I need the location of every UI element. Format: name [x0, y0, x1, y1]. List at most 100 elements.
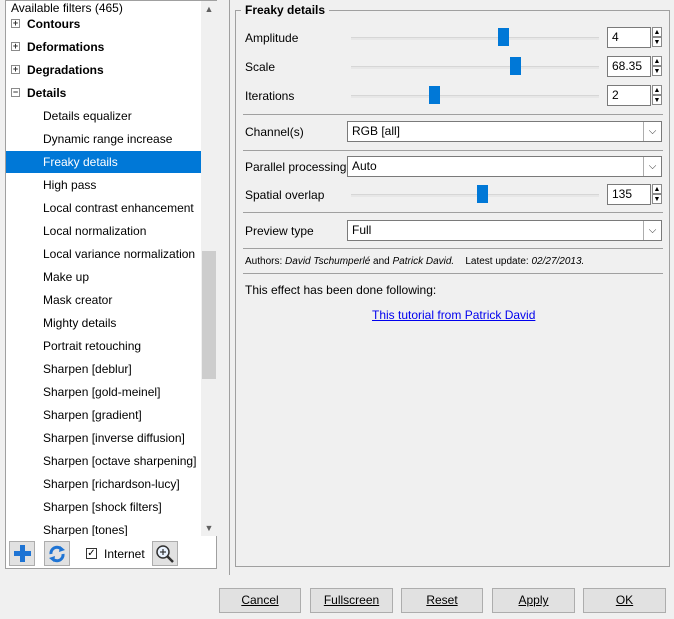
expand-icon[interactable]: + [11, 19, 20, 28]
tree-item[interactable]: Local contrast enhancement [6, 197, 201, 219]
amplitude-slider[interactable] [351, 37, 599, 40]
expand-icon[interactable]: + [11, 42, 20, 51]
overlap-spinner[interactable]: ▲ ▼ [652, 184, 662, 205]
add-fave-button[interactable] [9, 541, 35, 566]
iterations-slider-thumb[interactable] [429, 86, 440, 104]
reset-button[interactable]: Reset [401, 588, 483, 613]
channels-label: Channel(s) [245, 125, 304, 139]
update-date: 02/27/2013. [531, 256, 585, 267]
reset-label: Reset [426, 593, 458, 607]
collapse-icon[interactable]: − [11, 88, 20, 97]
scale-spinner[interactable]: ▲ ▼ [652, 56, 662, 77]
tree-item[interactable]: High pass [6, 174, 201, 196]
filter-tree[interactable]: + Contours + Deformations + Degradations − Deta… [6, 1, 201, 536]
overlap-input[interactable]: 135 [607, 184, 651, 205]
fullscreen-button[interactable]: Fullscreen [310, 588, 393, 613]
apply-button[interactable]: Apply [492, 588, 575, 613]
tree-category[interactable]: + Deformations [6, 36, 201, 58]
tree-category[interactable]: + Contours [6, 13, 201, 35]
scrollbar-thumb[interactable] [202, 251, 216, 379]
tree-category-label: Details [27, 86, 67, 100]
channels-value: RGB [all] [352, 124, 401, 138]
tree-item[interactable]: Sharpen [deblur] [6, 358, 201, 380]
tree-item[interactable]: Dynamic range increase [6, 128, 201, 150]
ok-button[interactable]: OK [583, 588, 666, 613]
amplitude-spinner[interactable]: ▲ ▼ [652, 27, 662, 48]
refresh-button[interactable] [44, 541, 70, 566]
zoom-button[interactable] [152, 541, 178, 566]
overlap-slider[interactable] [351, 194, 599, 197]
tree-item-label: Local variance normalization [43, 247, 196, 261]
tree-item[interactable]: Details equalizer [6, 105, 201, 127]
refresh-icon [49, 545, 65, 563]
tree-item-label: Dynamic range increase [43, 132, 173, 146]
overlap-label: Spatial overlap [245, 188, 325, 202]
ok-label: OK [615, 593, 634, 607]
params-title: Freaky details [241, 3, 330, 17]
scale-slider-thumb[interactable] [510, 57, 521, 75]
tree-item[interactable]: Mask creator [6, 289, 201, 311]
tree-item-label: Sharpen [shock filters] [43, 500, 162, 514]
iterations-label: Iterations [245, 89, 295, 103]
internet-checkbox[interactable]: ✓ [86, 548, 97, 559]
tree-item-label: High pass [43, 178, 97, 192]
tree-item[interactable]: Sharpen [richardson-lucy] [6, 473, 201, 495]
zoom-icon [156, 545, 174, 563]
notice-text: This effect has been done following: [245, 283, 437, 297]
preview-select[interactable]: Full ⌵ [347, 220, 662, 241]
tree-item-label: Sharpen [gold-meinel] [43, 385, 161, 399]
authors-prefix: Authors: [245, 256, 283, 267]
cancel-label: Cancel [241, 593, 279, 607]
separator [243, 114, 663, 115]
parallel-select[interactable]: Auto ⌵ [347, 156, 662, 177]
fullscreen-label: Fullscreen [323, 593, 380, 607]
chevron-down-icon: ⌵ [643, 122, 661, 141]
separator [243, 212, 663, 213]
amplitude-slider-thumb[interactable] [498, 28, 509, 46]
tree-item[interactable]: Sharpen [shock filters] [6, 496, 201, 518]
tree-item-label: Sharpen [tones] [43, 523, 128, 536]
tree-item-label: Local normalization [43, 224, 147, 238]
scale-slider[interactable] [351, 66, 599, 69]
amplitude-input[interactable]: 4 [607, 27, 651, 48]
overlap-slider-thumb[interactable] [477, 185, 488, 203]
tree-item[interactable]: Portrait retouching [6, 335, 201, 357]
apply-label: Apply [518, 593, 549, 607]
tree-item[interactable]: Sharpen [gradient] [6, 404, 201, 426]
author-name: David Tschumperlé [285, 256, 371, 267]
tree-item[interactable]: Sharpen [tones] [6, 519, 201, 536]
tree-category[interactable]: + Degradations [6, 59, 201, 81]
cancel-button[interactable]: Cancel [219, 588, 301, 613]
tree-item[interactable]: Sharpen [inverse diffusion] [6, 427, 201, 449]
tree-toolbar: ✓ Internet [6, 536, 216, 568]
tree-item[interactable]: Sharpen [octave sharpening] [6, 450, 201, 472]
amplitude-label: Amplitude [245, 31, 299, 45]
scale-input[interactable]: 68.35 [607, 56, 651, 77]
scroll-up-icon[interactable]: ▲ [201, 1, 217, 17]
tree-category[interactable]: − Details [6, 82, 201, 104]
tree-item[interactable]: Local normalization [6, 220, 201, 242]
filter-tree-header: Available filters (465) [6, 1, 127, 15]
tree-category-label: Contours [27, 17, 81, 31]
tutorial-link[interactable]: This tutorial from Patrick David [372, 308, 535, 322]
scroll-down-icon[interactable]: ▼ [201, 520, 217, 536]
tree-item-label: Sharpen [octave sharpening] [43, 454, 197, 468]
expand-icon[interactable]: + [11, 65, 20, 74]
panel-splitter[interactable] [229, 0, 232, 575]
iterations-input[interactable]: 2 [607, 85, 651, 106]
tree-item-label: Local contrast enhancement [43, 201, 194, 215]
author-name: Patrick David. [392, 256, 455, 267]
tree-item-label: Mask creator [43, 293, 113, 307]
tree-item[interactable]: Mighty details [6, 312, 201, 334]
iterations-slider[interactable] [351, 95, 599, 98]
internet-label: Internet [104, 547, 145, 561]
tree-item[interactable]: Make up [6, 266, 201, 288]
chevron-down-icon: ⌵ [643, 221, 661, 240]
tree-scrollbar[interactable]: ▲ ▼ [201, 1, 217, 536]
channels-select[interactable]: RGB [all] ⌵ [347, 121, 662, 142]
filter-tree-panel: + Contours + Deformations + Degradations − Deta… [5, 0, 217, 569]
tree-item[interactable]: Sharpen [gold-meinel] [6, 381, 201, 403]
iterations-spinner[interactable]: ▲ ▼ [652, 85, 662, 106]
tree-item[interactable]: Freaky details [6, 151, 201, 173]
tree-item[interactable]: Local variance normalization [6, 243, 201, 265]
